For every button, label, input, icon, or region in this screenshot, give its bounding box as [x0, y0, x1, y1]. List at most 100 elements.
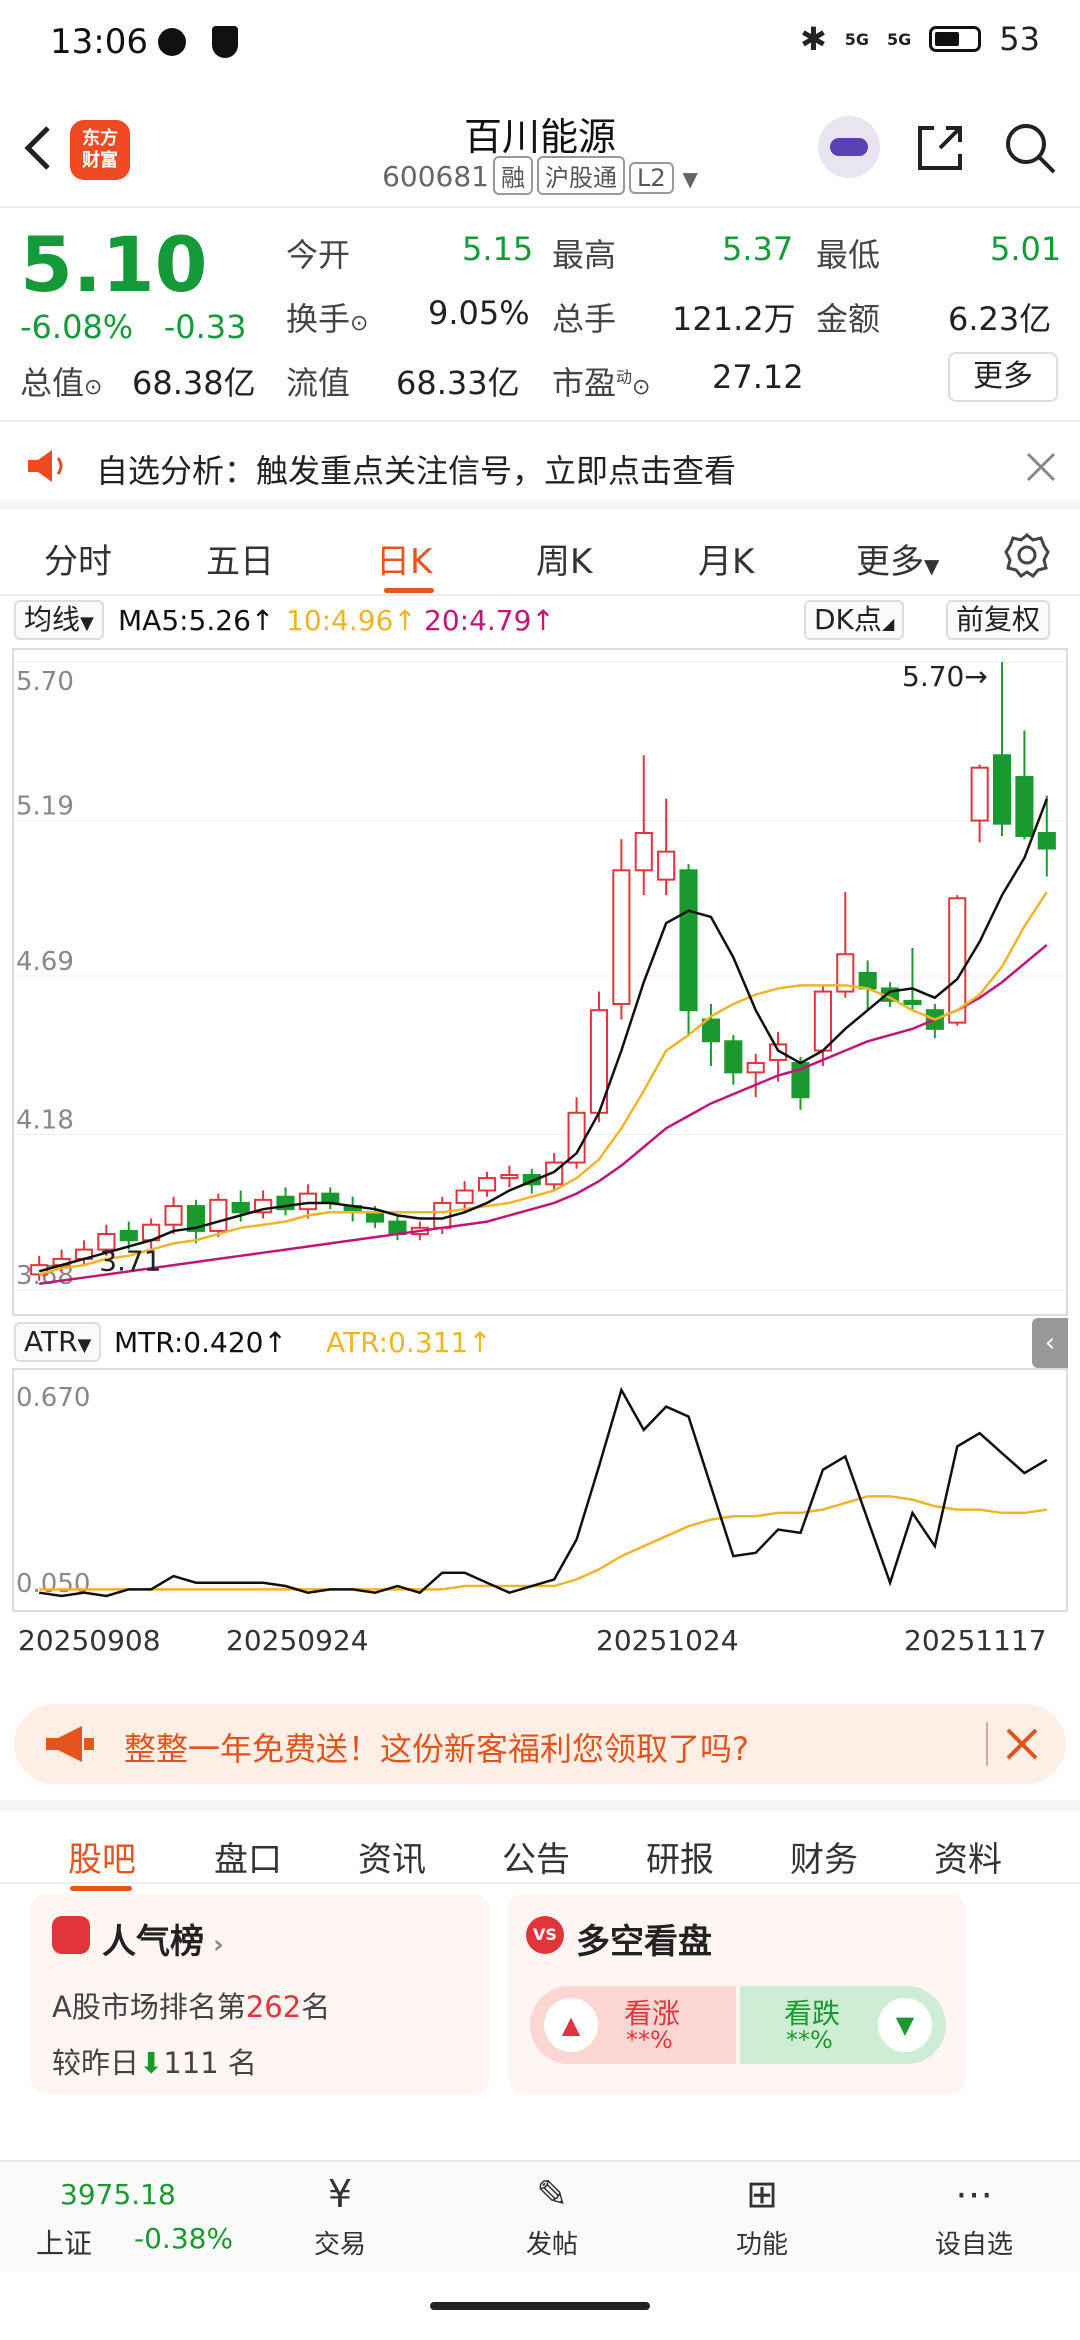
popularity-card[interactable]: 人气榜 › A股市场排名第262名 较昨日⬇111 名 — [30, 1894, 490, 2094]
bear-button[interactable]: 看跌 **% ▼ — [740, 1986, 946, 2064]
close-icon[interactable] — [1024, 450, 1058, 484]
yen-icon: ¥ — [327, 2172, 353, 2216]
y-tick-label: 5.19 — [16, 792, 74, 822]
bull-bear-card[interactable]: VS 多空看盘 ▲ 看涨 **% 看跌 **% ▼ — [508, 1894, 966, 2094]
nav-trade[interactable]: ¥ 交易 — [270, 2172, 410, 2261]
ma10-value: 10:4.96↑ — [286, 604, 417, 637]
close-icon[interactable] — [1004, 1726, 1040, 1762]
atr-chart[interactable]: 0.670 0.050 — [12, 1368, 1068, 1612]
date-axis: 20250908 20250924 20251024 20251117 — [0, 1620, 1080, 1660]
grid-icon: ⊞ — [746, 2172, 778, 2216]
battery-level: 53 — [999, 20, 1040, 58]
candle-body — [366, 1211, 385, 1223]
share-icon[interactable] — [912, 120, 968, 176]
chevron-down-icon: ▼ — [924, 554, 940, 578]
search-icon[interactable] — [1000, 118, 1060, 178]
tag-l2: L2 — [628, 162, 674, 194]
status-time: 13:06 — [50, 22, 148, 62]
ma5-value: MA5:5.26↑ — [118, 604, 275, 637]
notice-text: 自选分析：触发重点关注信号，立即点击查看 — [96, 452, 737, 490]
turnover-label[interactable]: 换手⊙ — [286, 294, 368, 340]
tab-research[interactable]: 研报 — [646, 1832, 714, 1881]
y-tick-label: 4.69 — [16, 947, 74, 977]
candle-body — [231, 1201, 250, 1214]
promo-banner[interactable]: 整整一年免费送！这份新客福利您领取了吗? — [14, 1704, 1066, 1784]
high-label: 最高 — [552, 236, 617, 274]
volume-value: 121.2万 — [672, 300, 796, 338]
popularity-title: 人气榜 › — [102, 1922, 224, 1962]
index-value: 3975.18 — [60, 2178, 176, 2211]
tab-announcements[interactable]: 公告 — [502, 1832, 570, 1881]
triangle-down-icon: ▼ — [878, 1998, 932, 2052]
signal-icon-1: 5G — [844, 29, 870, 49]
ma5-line — [38, 798, 1048, 1273]
more-button[interactable]: 更多 — [948, 352, 1058, 402]
collapse-toggle-icon[interactable]: ‹ — [1032, 1318, 1068, 1368]
candle-body — [612, 869, 631, 1005]
bull-button[interactable]: ▲ 看涨 **% — [530, 1986, 736, 2064]
candle-body — [679, 869, 698, 1012]
tab-forum[interactable]: 股吧 — [68, 1832, 136, 1881]
atr-value: ATR:0.311↑ — [326, 1326, 492, 1359]
mcap-label[interactable]: 总值⊙ — [20, 358, 102, 404]
triangle-up-icon: ▲ — [544, 1998, 598, 2052]
dk-button[interactable]: DK点◢ — [804, 600, 905, 640]
y-tick-label: 4.18 — [16, 1106, 74, 1136]
atr-line — [39, 1495, 1047, 1591]
index-change: -0.38% — [134, 2222, 234, 2255]
nav-functions[interactable]: ⊞ 功能 — [692, 2172, 832, 2261]
atr-y-tick-label: 0.670 — [16, 1383, 90, 1413]
date-label: 20250924 — [226, 1624, 369, 1657]
candle-body — [500, 1173, 519, 1180]
vs-title: 多空看盘 — [576, 1922, 712, 1962]
tag-margin: 融 — [492, 156, 533, 195]
ma20-value: 20:4.79↑ — [424, 604, 555, 637]
atr-selector[interactable]: ATR▼ — [14, 1322, 102, 1362]
rank-change: 较昨日⬇111 名 — [52, 2046, 257, 2080]
candle-body — [746, 1062, 765, 1074]
tab-daily-k[interactable]: 日K — [376, 534, 432, 583]
low-value: 5.01 — [990, 230, 1062, 268]
tab-orderbook[interactable]: 盘口 — [214, 1832, 282, 1881]
date-label: 20251117 — [904, 1624, 1047, 1657]
tab-intraday[interactable]: 分时 — [44, 534, 112, 583]
adjust-button[interactable]: 前复权 — [946, 600, 1051, 640]
quote-panel: 5.10 -6.08% -0.33 今开 5.15 最高 5.37 最低 5.0… — [0, 210, 1080, 420]
candle-body — [813, 990, 832, 1052]
kline-chart[interactable]: 5.70 5.19 4.69 4.18 3.68 5.70→ 3.71 — [12, 648, 1068, 1316]
tab-more[interactable]: 更多▼ — [856, 534, 939, 583]
nav-watchlist[interactable]: ⋯ 设自选 — [904, 2172, 1044, 2261]
gear-icon[interactable] — [1004, 532, 1050, 578]
candle-body — [858, 971, 877, 990]
chevron-down-icon: ▼ — [682, 167, 698, 191]
tab-underline — [70, 1886, 132, 1891]
candle-body — [1037, 831, 1056, 850]
tab-underline — [384, 588, 434, 593]
tab-profile[interactable]: 资料 — [934, 1832, 1002, 1881]
tab-weekly-k[interactable]: 周K — [536, 534, 592, 583]
low-label: 最低 — [816, 236, 881, 274]
candle-body — [657, 850, 676, 881]
robot-avatar-icon[interactable] — [818, 116, 880, 178]
tab-monthly-k[interactable]: 月K — [698, 534, 754, 583]
candle-body — [321, 1192, 340, 1204]
candle-body — [1015, 776, 1034, 838]
candle-body — [970, 766, 989, 822]
kline-svg: 5.705.194.694.183.685.70→3.71 — [14, 660, 1066, 1291]
high-value: 5.37 — [722, 230, 794, 268]
pe-label[interactable]: 市盈动⊙ — [552, 358, 650, 404]
edit-icon: ✎ — [536, 2172, 568, 2216]
amount-label: 金额 — [816, 300, 881, 338]
tab-five-day[interactable]: 五日 — [206, 534, 274, 583]
ma-selector[interactable]: 均线▼ — [14, 600, 104, 640]
candle-body — [433, 1201, 452, 1229]
divider — [986, 1722, 988, 1766]
nav-post[interactable]: ✎ 发帖 — [482, 2172, 622, 2261]
tab-finance[interactable]: 财务 — [790, 1832, 858, 1881]
candle-body — [948, 897, 967, 1024]
analysis-notice[interactable]: 自选分析：触发重点关注信号，立即点击查看 — [0, 420, 1080, 510]
tab-news[interactable]: 资讯 — [358, 1832, 426, 1881]
shield-icon — [212, 26, 238, 58]
mtr-value: MTR:0.420↑ — [114, 1326, 287, 1359]
turnover-value: 9.05% — [428, 294, 530, 332]
